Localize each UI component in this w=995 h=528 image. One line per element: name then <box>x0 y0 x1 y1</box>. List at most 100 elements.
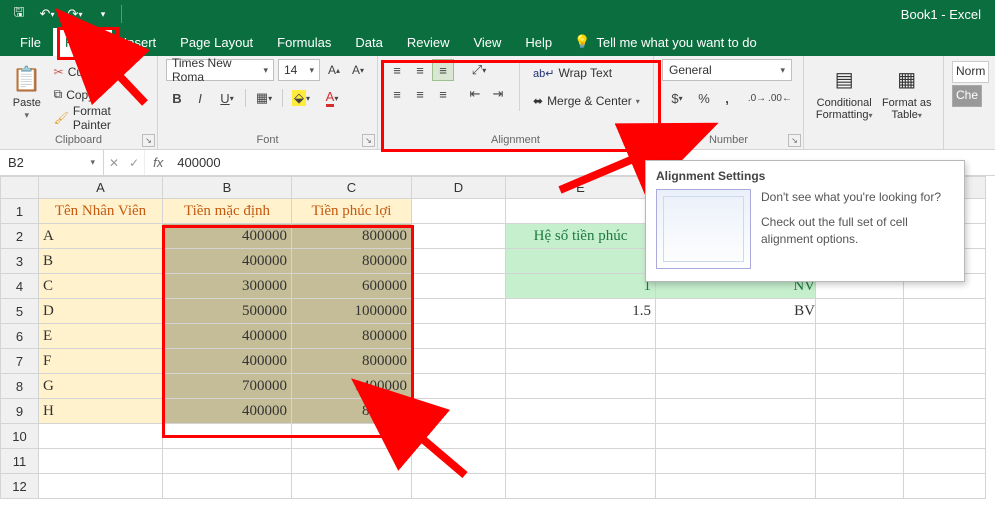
cell[interactable]: 800000 <box>292 399 412 424</box>
increase-decimal-icon[interactable]: .0→ <box>746 87 768 109</box>
cell[interactable] <box>163 474 292 499</box>
font-name-combo[interactable]: Times New Roma▾ <box>166 59 274 81</box>
undo-icon[interactable]: ↶▾ <box>34 3 60 25</box>
conditional-formatting-button[interactable]: ▤ Conditional Formatting▾ <box>812 59 876 121</box>
row-header[interactable]: 9 <box>1 399 39 424</box>
cell[interactable] <box>412 274 506 299</box>
qat-customize-icon[interactable]: ▾ <box>90 3 116 25</box>
cell[interactable]: 600000 <box>292 274 412 299</box>
align-left-icon[interactable]: ≡ <box>386 83 408 105</box>
cell[interactable] <box>816 474 904 499</box>
cell[interactable] <box>506 199 656 224</box>
cell[interactable]: F <box>39 349 163 374</box>
font-size-combo[interactable]: 14▾ <box>278 59 320 81</box>
wrap-text-button[interactable]: ab↵Wrap Text <box>530 61 643 85</box>
cell[interactable]: 400000 <box>163 349 292 374</box>
cell[interactable]: 500000 <box>163 299 292 324</box>
menu-data[interactable]: Data <box>343 28 394 56</box>
select-all-button[interactable] <box>1 177 39 199</box>
decrease-font-icon[interactable]: A▾ <box>348 59 368 81</box>
cell[interactable] <box>904 449 986 474</box>
cut-button[interactable]: ✂Cut <box>51 61 149 82</box>
cell[interactable]: 1 <box>506 274 656 299</box>
cell-A1[interactable]: Tên Nhân Viên <box>39 199 163 224</box>
cell-B1[interactable]: Tiền mặc định <box>163 199 292 224</box>
cell[interactable] <box>292 449 412 474</box>
cell[interactable] <box>506 324 656 349</box>
cell[interactable] <box>656 374 816 399</box>
cell[interactable] <box>412 399 506 424</box>
menu-review[interactable]: Review <box>395 28 462 56</box>
cell[interactable]: B <box>39 249 163 274</box>
border-button[interactable]: ▦ ▾ <box>249 87 279 109</box>
cell[interactable]: E <box>39 324 163 349</box>
redo-icon[interactable]: ↷▾ <box>62 3 88 25</box>
cell[interactable] <box>412 324 506 349</box>
cell[interactable] <box>412 349 506 374</box>
cell[interactable]: 800000 <box>292 224 412 249</box>
comma-format-icon[interactable]: , <box>716 87 738 109</box>
copy-button[interactable]: ⧉Copy ▾ <box>51 84 149 105</box>
cell[interactable] <box>816 374 904 399</box>
format-as-table-button[interactable]: ▦ Format as Table▾ <box>878 59 935 121</box>
cell[interactable] <box>412 249 506 274</box>
style-normal-partial[interactable]: Norm <box>952 61 989 83</box>
row-header[interactable]: 4 <box>1 274 39 299</box>
menu-home[interactable]: Home <box>53 28 112 56</box>
cell[interactable] <box>656 424 816 449</box>
number-launcher[interactable]: ↘ <box>788 134 801 147</box>
decrease-indent-icon[interactable]: ⇤ <box>464 83 486 105</box>
cell[interactable]: 700000 <box>163 374 292 399</box>
percent-format-icon[interactable]: % <box>693 87 715 109</box>
clipboard-launcher[interactable]: ↘ <box>142 134 155 147</box>
cell[interactable] <box>506 349 656 374</box>
cell[interactable] <box>656 474 816 499</box>
row-header[interactable]: 12 <box>1 474 39 499</box>
cell[interactable] <box>904 299 986 324</box>
cell[interactable]: 800000 <box>292 349 412 374</box>
cell[interactable] <box>506 399 656 424</box>
menu-file[interactable]: File <box>8 28 53 56</box>
row-header[interactable]: 3 <box>1 249 39 274</box>
row-header[interactable]: 1 <box>1 199 39 224</box>
alignment-launcher[interactable]: ↘ <box>638 134 651 147</box>
cell[interactable] <box>656 449 816 474</box>
font-color-button[interactable]: A▾ <box>317 87 347 109</box>
cell[interactable] <box>412 299 506 324</box>
accounting-format-icon[interactable]: $▾ <box>662 87 692 109</box>
font-launcher[interactable]: ↘ <box>362 134 375 147</box>
bold-button[interactable]: B <box>166 87 188 109</box>
cell[interactable]: BV <box>656 299 816 324</box>
italic-button[interactable]: I <box>189 87 211 109</box>
cell[interactable] <box>816 299 904 324</box>
menu-insert[interactable]: Insert <box>112 28 169 56</box>
increase-font-icon[interactable]: A▴ <box>324 59 344 81</box>
decrease-decimal-icon[interactable]: .00← <box>769 87 791 109</box>
cell[interactable] <box>412 474 506 499</box>
align-bottom-icon[interactable]: ≡ <box>432 59 454 81</box>
menu-help[interactable]: Help <box>513 28 564 56</box>
menu-page-layout[interactable]: Page Layout <box>168 28 265 56</box>
cell[interactable] <box>39 424 163 449</box>
row-header[interactable]: 6 <box>1 324 39 349</box>
cell[interactable] <box>904 324 986 349</box>
cell[interactable] <box>816 349 904 374</box>
cell[interactable] <box>163 449 292 474</box>
cell[interactable] <box>412 374 506 399</box>
cell[interactable]: 400000 <box>163 224 292 249</box>
cell[interactable] <box>292 424 412 449</box>
cell[interactable]: Hệ số tiền phúc <box>506 224 656 249</box>
cell[interactable]: A <box>39 224 163 249</box>
number-format-combo[interactable]: General▾ <box>662 59 792 81</box>
tell-me-search[interactable]: 💡 Tell me what you want to do <box>574 28 757 56</box>
col-header-B[interactable]: B <box>163 177 292 199</box>
cell[interactable] <box>292 474 412 499</box>
cancel-icon[interactable]: ✕ <box>109 156 119 170</box>
row-header[interactable]: 7 <box>1 349 39 374</box>
cell[interactable] <box>506 249 656 274</box>
cell[interactable] <box>816 399 904 424</box>
col-header-C[interactable]: C <box>292 177 412 199</box>
align-middle-icon[interactable]: ≡ <box>409 59 431 81</box>
cell[interactable] <box>656 324 816 349</box>
row-header[interactable]: 8 <box>1 374 39 399</box>
